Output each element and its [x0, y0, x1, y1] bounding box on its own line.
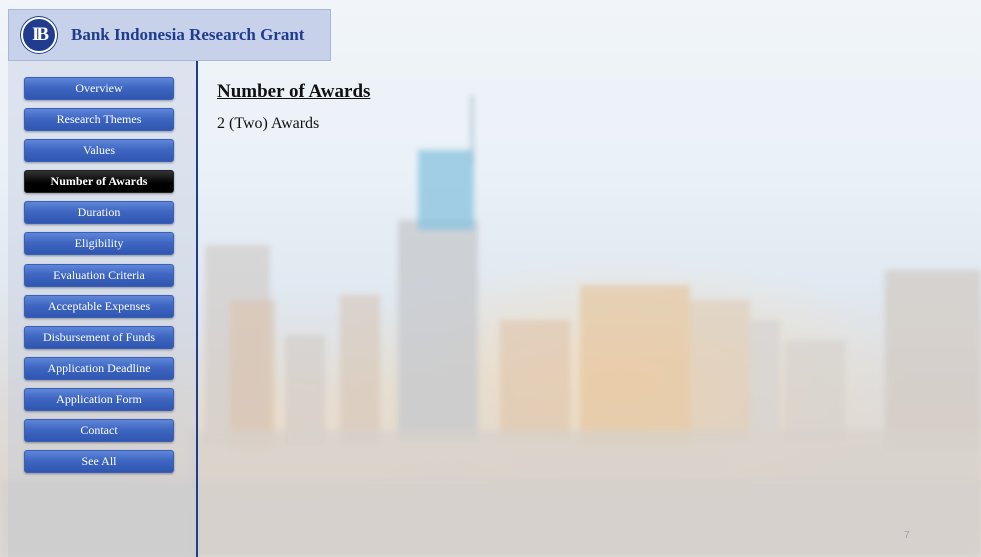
nav-button-disbursement-of-funds[interactable]: Disbursement of Funds	[24, 325, 174, 349]
nav-button-evaluation-criteria[interactable]: Evaluation Criteria	[24, 263, 174, 287]
nav-list: Overview Research Themes Values Number o…	[24, 77, 174, 481]
nav-button-contact[interactable]: Contact	[24, 419, 174, 443]
title-tab: IB Bank Indonesia Research Grant	[8, 9, 331, 61]
nav-button-research-themes[interactable]: Research Themes	[24, 108, 174, 132]
bank-indonesia-logo-icon: IB	[21, 17, 57, 53]
nav-button-application-deadline[interactable]: Application Deadline	[24, 356, 174, 380]
nav-button-acceptable-expenses[interactable]: Acceptable Expenses	[24, 294, 174, 318]
section-body: 2 (Two) Awards	[217, 115, 320, 132]
section-heading: Number of Awards	[217, 81, 371, 102]
slide: IB Bank Indonesia Research Grant Overvie…	[0, 0, 981, 557]
nav-divider	[196, 61, 198, 557]
nav-button-application-form[interactable]: Application Form	[24, 387, 174, 411]
nav-button-overview[interactable]: Overview	[24, 77, 174, 100]
nav-button-values[interactable]: Values	[24, 139, 174, 163]
presentation-title: Bank Indonesia Research Grant	[71, 25, 305, 44]
nav-button-number-of-awards[interactable]: Number of Awards	[24, 170, 174, 194]
nav-button-eligibility[interactable]: Eligibility	[24, 232, 174, 256]
nav-button-see-all[interactable]: See All	[24, 450, 174, 474]
nav-button-duration[interactable]: Duration	[24, 201, 174, 225]
page-number: 7	[904, 530, 910, 541]
